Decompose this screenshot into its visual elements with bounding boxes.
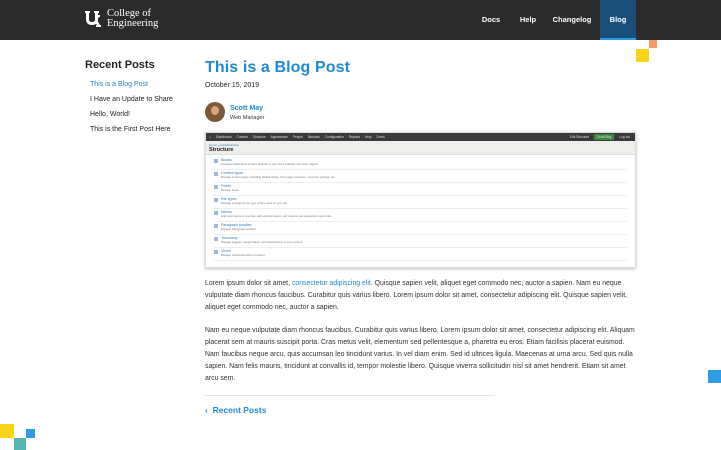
screenshot-item-desc: Add new menus to your site, edit existin…	[221, 214, 332, 218]
recent-posts-list: This is a Blog Post I Have an Update to …	[90, 79, 173, 139]
back-to-recent-posts-link[interactable]: ‹ Recent Posts	[205, 405, 266, 415]
screenshot-toolbar-item: Configuration	[324, 135, 344, 139]
screenshot-item-icon	[214, 172, 218, 176]
screenshot-page-header: Home » Administration Structure	[206, 141, 635, 155]
screenshot-item-icon	[214, 224, 218, 228]
screenshot-toolbar-item: Devel	[376, 135, 385, 139]
sidebar-item-first-post[interactable]: This is the First Post Here	[90, 124, 173, 139]
screenshot-toolbar-button: Edit Structure	[569, 135, 590, 139]
post-paragraph-2: Nam eu neque vulputate diam rhoncus fauc…	[205, 327, 635, 382]
screenshot-toolbar-item: Help	[364, 135, 372, 139]
screenshot-item-icon	[214, 211, 218, 215]
screenshot-item-icon	[214, 237, 218, 241]
screenshot-list-item: Taxonomy Manage tagging, categorization, …	[214, 235, 627, 248]
post-title: This is a Blog Post	[205, 59, 351, 76]
screenshot-list-item: Paragraph bundles Manage Paragraph bundle…	[214, 222, 627, 235]
nav-docs[interactable]: Docs	[476, 0, 506, 40]
screenshot-admin-toolbar: ⌂ Dashboard Content Structure Appearance…	[206, 133, 635, 141]
screenshot-structure-list: Blocks Configure what block content appea…	[206, 155, 635, 263]
screenshot-list-item: Content types Manage content types, inclu…	[214, 170, 627, 183]
top-navigation-bar: College of Engineering Docs Help Changel…	[0, 0, 721, 40]
post-paragraph-1: Lorem ipsum dolor sit amet, consectetur …	[205, 278, 636, 314]
inline-link[interactable]: consectetur adipiscing elit	[292, 280, 371, 287]
screenshot-toolbar-item: Modules	[307, 135, 320, 139]
decorative-square	[636, 49, 649, 62]
screenshot-list-item: Blocks Configure what block content appea…	[214, 157, 627, 170]
screenshot-item-icon	[214, 250, 218, 254]
nav-help[interactable]: Help	[514, 0, 542, 40]
screenshot-item-desc: Manage content types, including default …	[221, 175, 336, 179]
screenshot-item-desc: Manage customized lists of content.	[221, 253, 266, 257]
screenshot-list-item: Views Manage customized lists of content.	[214, 248, 627, 261]
screenshot-list-item: File types Manage settings for the type o…	[214, 196, 627, 209]
screenshot-heading: Structure	[209, 147, 234, 153]
screenshot-toolbar-item: Content	[236, 135, 248, 139]
screenshot-toolbar-item: People	[292, 135, 303, 139]
screenshot-item-desc: Configure what block content appears in …	[221, 162, 319, 166]
decorative-square	[14, 438, 26, 450]
screenshot-toolbar-item: Reports	[348, 135, 360, 139]
screenshot-toolbar-item: Structure	[252, 135, 266, 139]
post-date: October 15, 2019	[205, 82, 260, 89]
screenshot-toolbar-item: Dashboard	[215, 135, 232, 139]
screenshot-item-desc: Manage settings for the type of files us…	[221, 201, 289, 205]
screenshot-toolbar-button: Scott May	[594, 134, 615, 140]
uk-logo-icon	[85, 11, 101, 27]
post-image-screenshot: ⌂ Dashboard Content Structure Appearance…	[205, 132, 636, 268]
nav-changelog[interactable]: Changelog	[548, 0, 596, 40]
screenshot-list-item: Menus Add new menus to your site, edit ex…	[214, 209, 627, 222]
screenshot-toolbar-item: Appearance	[270, 135, 288, 139]
decorative-square	[708, 370, 721, 383]
decorative-square	[26, 429, 35, 438]
author-role: Web Manager	[230, 115, 265, 121]
screenshot-item-desc: Manage feeds.	[221, 188, 240, 192]
chevron-left-icon: ‹	[205, 405, 208, 415]
screenshot-toolbar-button: Log out	[619, 135, 630, 139]
author-name[interactable]: Scott May	[230, 105, 263, 112]
screenshot-toolbar-right: Edit Structure Scott May Log out	[565, 134, 633, 140]
sidebar-item-blog-post[interactable]: This is a Blog Post	[90, 79, 173, 94]
college-logo[interactable]: College of Engineering	[84, 8, 159, 29]
screenshot-item-desc: Manage tagging, categorization, and clas…	[221, 240, 303, 244]
screenshot-item-icon	[214, 159, 218, 163]
screenshot-home-icon: ⌂	[209, 135, 211, 139]
college-name-line2: Engineering	[107, 18, 159, 29]
author-avatar	[205, 102, 225, 122]
screenshot-item-icon	[214, 198, 218, 202]
divider	[205, 395, 495, 396]
paragraph-text: Lorem ipsum dolor sit amet,	[205, 280, 292, 287]
decorative-square	[649, 40, 657, 48]
screenshot-list-item: Feeds Manage feeds.	[214, 183, 627, 196]
sidebar-title: Recent Posts	[85, 59, 155, 71]
college-name: College of Engineering	[107, 8, 159, 29]
back-link-label: Recent Posts	[212, 405, 267, 415]
sidebar-item-hello-world[interactable]: Hello, World!	[90, 109, 173, 124]
nav-blog[interactable]: Blog	[600, 0, 636, 40]
screenshot-item-desc: Manage Paragraph bundles.	[221, 227, 257, 231]
screenshot-item-icon	[214, 185, 218, 189]
decorative-square	[0, 424, 14, 438]
sidebar-item-update[interactable]: I Have an Update to Share	[90, 94, 173, 109]
